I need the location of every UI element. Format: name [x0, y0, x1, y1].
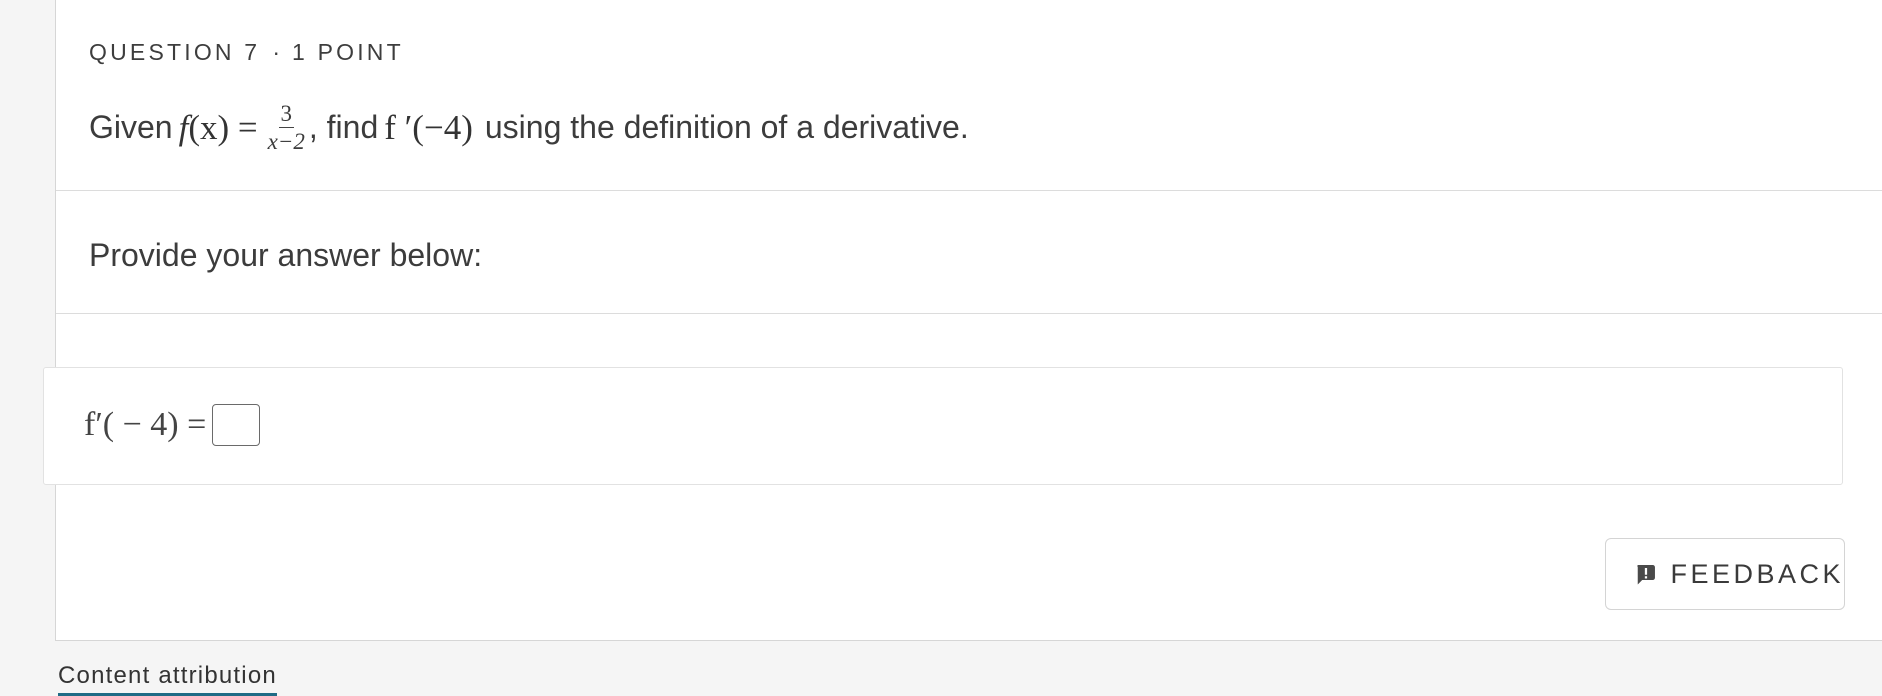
- fraction-numerator: 3: [278, 101, 294, 128]
- answer-input[interactable]: [212, 404, 261, 446]
- derivative-expression: f ′(−4): [384, 107, 473, 147]
- answer-expression: f′( − 4) =: [84, 404, 261, 446]
- question-header: QUESTION 7 · 1 POINT: [89, 39, 404, 66]
- content-attribution-link[interactable]: Content attribution: [58, 662, 277, 696]
- fraction-denominator: x−2: [267, 129, 305, 154]
- answer-prompt: Provide your answer below:: [89, 237, 483, 273]
- question-find-text: , find: [308, 109, 379, 145]
- feedback-label: FEEDBACK: [1670, 558, 1844, 589]
- function-argument: (x): [188, 107, 230, 147]
- question-given-text: Given: [89, 109, 173, 145]
- function-expression: f(x) =: [179, 108, 258, 148]
- answer-lhs: f′( − 4) =: [84, 406, 207, 443]
- feedback-button[interactable]: FEEDBACK: [1605, 538, 1845, 610]
- prompt-section: Provide your answer below:: [56, 191, 1882, 314]
- function-name: f: [178, 107, 189, 147]
- question-instruction: using the definition of a derivative.: [484, 109, 969, 145]
- question-number: QUESTION 7: [89, 39, 261, 65]
- answer-container: f′( − 4) =: [43, 367, 1843, 485]
- question-points: 1 POINT: [291, 39, 404, 65]
- feedback-icon: [1637, 565, 1655, 585]
- function-fraction: 3 x−2: [268, 102, 305, 153]
- header-separator: ·: [272, 39, 280, 65]
- question-section: QUESTION 7 · 1 POINT Given f(x) = 3 x−2 , …: [56, 0, 1882, 191]
- equals-sign: =: [237, 107, 258, 147]
- question-text: Given f(x) = 3 x−2 , find f ′(−4) using …: [89, 102, 969, 153]
